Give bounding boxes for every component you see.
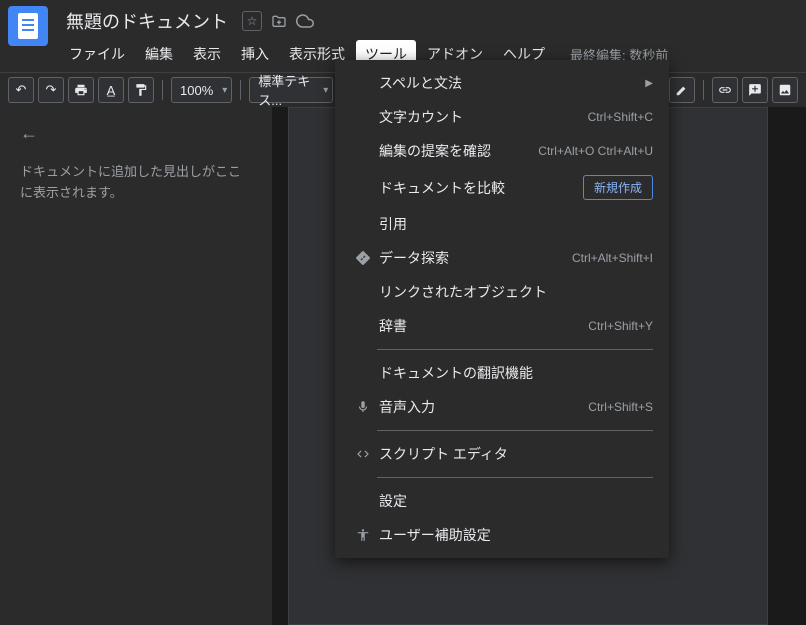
blank-icon [351,108,375,126]
move-icon[interactable] [270,12,288,30]
menu-spell-grammar[interactable]: スペルと文法 ▶ [335,66,669,100]
toolbar-separator [703,80,704,100]
star-icon[interactable]: ☆ [242,11,262,31]
menu-item-shortcut: Ctrl+Alt+Shift+I [572,251,653,265]
doc-title[interactable]: 無題のドキュメント [60,6,234,36]
insert-image-button[interactable] [772,77,798,103]
menu-item-shortcut: Ctrl+Shift+Y [588,319,653,333]
menu-item-label: リンクされたオブジェクト [375,282,653,302]
new-badge: 新規作成 [583,175,653,200]
menu-item-label: 編集の提案を確認 [375,141,538,161]
menu-item-label: 音声入力 [375,397,588,417]
menu-file[interactable]: ファイル [60,40,134,68]
outline-back-button[interactable]: ← [20,123,252,144]
menu-item-label: スクリプト エディタ [375,444,653,464]
blank-icon [351,142,375,160]
menu-item-label: データ探索 [375,248,572,268]
highlight-color-button[interactable] [669,77,695,103]
menu-item-label: ユーザー補助設定 [375,525,653,545]
blank-icon [351,492,375,510]
menu-item-label: 引用 [375,214,653,234]
blank-icon [351,283,375,301]
toolbar-separator [162,80,163,100]
menu-insert[interactable]: 挿入 [232,40,278,68]
menu-separator [377,349,653,350]
menu-settings[interactable]: 設定 [335,484,669,518]
blank-icon [351,364,375,382]
outline-panel: ← ドキュメントに追加した見出しがここに表示されます。 [0,107,272,625]
paint-format-button[interactable] [128,77,154,103]
explore-icon [351,249,375,267]
menu-voice-input[interactable]: 音声入力 Ctrl+Shift+S [335,390,669,424]
menu-item-shortcut: Ctrl+Shift+S [588,400,653,414]
menu-accessibility[interactable]: ユーザー補助設定 [335,518,669,552]
insert-link-button[interactable] [712,77,738,103]
tools-dropdown: スペルと文法 ▶ 文字カウント Ctrl+Shift+C 編集の提案を確認 Ct… [335,60,669,558]
menu-item-shortcut: Ctrl+Alt+O Ctrl+Alt+U [538,144,653,158]
toolbar-separator [240,80,241,100]
blank-icon [351,74,375,92]
mic-icon [351,398,375,416]
menu-explore[interactable]: データ探索 Ctrl+Alt+Shift+I [335,241,669,275]
menu-view[interactable]: 表示 [184,40,230,68]
spellcheck-button[interactable]: A̲ [98,77,124,103]
code-icon [351,445,375,463]
menu-separator [377,477,653,478]
cloud-status-icon[interactable] [296,12,314,30]
menu-item-label: 設定 [375,491,653,511]
title-row: 無題のドキュメント ☆ [60,6,798,38]
menu-word-count[interactable]: 文字カウント Ctrl+Shift+C [335,100,669,134]
menu-linked-objects[interactable]: リンクされたオブジェクト [335,275,669,309]
menu-review-suggestions[interactable]: 編集の提案を確認 Ctrl+Alt+O Ctrl+Alt+U [335,134,669,168]
menu-item-label: 文字カウント [375,107,588,127]
add-comment-button[interactable] [742,77,768,103]
menu-item-label: ドキュメントの翻訳機能 [375,363,653,383]
accessibility-icon [351,526,375,544]
blank-icon [351,179,375,197]
menu-edit[interactable]: 編集 [136,40,182,68]
zoom-select[interactable]: 100% [171,77,232,103]
blank-icon [351,317,375,335]
outline-empty-message: ドキュメントに追加した見出しがここに表示されます。 [20,162,252,204]
docs-logo[interactable] [8,6,48,46]
menu-item-label: 辞書 [375,316,588,336]
undo-button[interactable]: ↶ [8,77,34,103]
menu-script-editor[interactable]: スクリプト エディタ [335,437,669,471]
menu-compare-docs[interactable]: ドキュメントを比較 新規作成 [335,168,669,207]
menu-dictionary[interactable]: 辞書 Ctrl+Shift+Y [335,309,669,343]
print-button[interactable] [68,77,94,103]
menu-translate[interactable]: ドキュメントの翻訳機能 [335,356,669,390]
menu-item-shortcut: Ctrl+Shift+C [588,110,653,124]
blank-icon [351,215,375,233]
menu-item-label: スペルと文法 [375,73,637,93]
style-select[interactable]: 標準テキス... [249,77,333,103]
menu-citation[interactable]: 引用 [335,207,669,241]
menu-separator [377,430,653,431]
toolbar-right [669,77,798,103]
menu-item-label: ドキュメントを比較 [375,178,583,198]
docs-logo-icon [18,13,38,39]
redo-button[interactable]: ↷ [38,77,64,103]
chevron-right-icon: ▶ [637,78,653,89]
